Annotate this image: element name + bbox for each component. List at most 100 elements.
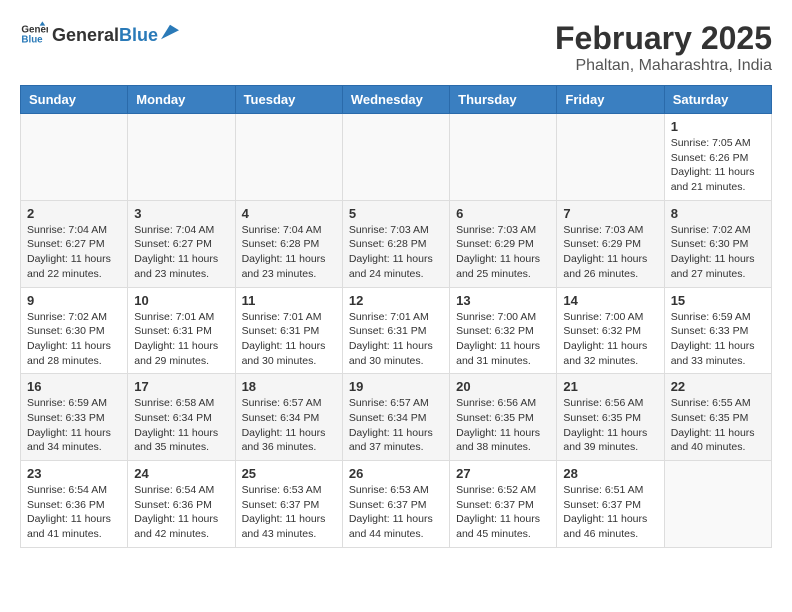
calendar-day-cell: 25 Sunrise: 6:53 AM Sunset: 6:37 PM Dayli… (235, 461, 342, 548)
day-number: 20 (456, 379, 550, 394)
calendar-day-cell: 26 Sunrise: 6:53 AM Sunset: 6:37 PM Dayli… (342, 461, 449, 548)
calendar-table: SundayMondayTuesdayWednesdayThursdayFrid… (20, 85, 772, 548)
day-info: Sunrise: 7:03 AM Sunset: 6:28 PM Dayligh… (349, 223, 443, 282)
calendar-day-cell: 22 Sunrise: 6:55 AM Sunset: 6:35 PM Dayli… (664, 374, 771, 461)
calendar-day-cell: 19 Sunrise: 6:57 AM Sunset: 6:34 PM Dayli… (342, 374, 449, 461)
logo-blue: Blue (119, 25, 158, 46)
calendar-header-saturday: Saturday (664, 86, 771, 114)
calendar-day-cell: 7 Sunrise: 7:03 AM Sunset: 6:29 PM Daylig… (557, 200, 664, 287)
calendar-day-cell: 11Sunrise: 7:01 AM Sunset: 6:31 PM Dayli… (235, 287, 342, 374)
day-info: Sunrise: 7:04 AM Sunset: 6:27 PM Dayligh… (27, 223, 121, 282)
calendar-day-cell: 3 Sunrise: 7:04 AM Sunset: 6:27 PM Daylig… (128, 200, 235, 287)
day-info: Sunrise: 6:59 AM Sunset: 6:33 PM Dayligh… (671, 310, 765, 369)
calendar-week-row: 9 Sunrise: 7:02 AM Sunset: 6:30 PM Daylig… (21, 287, 772, 374)
calendar-day-cell: 18 Sunrise: 6:57 AM Sunset: 6:34 PM Dayli… (235, 374, 342, 461)
calendar-day-cell: 8 Sunrise: 7:02 AM Sunset: 6:30 PM Daylig… (664, 200, 771, 287)
calendar-day-cell: 2 Sunrise: 7:04 AM Sunset: 6:27 PM Daylig… (21, 200, 128, 287)
day-number: 5 (349, 206, 443, 221)
day-number: 2 (27, 206, 121, 221)
calendar-header-friday: Friday (557, 86, 664, 114)
day-number: 9 (27, 293, 121, 308)
day-info: Sunrise: 6:54 AM Sunset: 6:36 PM Dayligh… (134, 483, 228, 542)
calendar-day-cell: 4 Sunrise: 7:04 AM Sunset: 6:28 PM Daylig… (235, 200, 342, 287)
day-number: 4 (242, 206, 336, 221)
calendar-day-cell: 9 Sunrise: 7:02 AM Sunset: 6:30 PM Daylig… (21, 287, 128, 374)
logo-icon: General Blue (20, 20, 48, 48)
day-number: 26 (349, 466, 443, 481)
calendar-week-row: 16 Sunrise: 6:59 AM Sunset: 6:33 PM Dayli… (21, 374, 772, 461)
calendar-week-row: 23 Sunrise: 6:54 AM Sunset: 6:36 PM Dayli… (21, 461, 772, 548)
day-info: Sunrise: 6:57 AM Sunset: 6:34 PM Dayligh… (242, 396, 336, 455)
calendar-day-cell (450, 114, 557, 201)
calendar-day-cell: 27 Sunrise: 6:52 AM Sunset: 6:37 PM Dayli… (450, 461, 557, 548)
calendar-day-cell: 23 Sunrise: 6:54 AM Sunset: 6:36 PM Dayli… (21, 461, 128, 548)
day-info: Sunrise: 6:58 AM Sunset: 6:34 PM Dayligh… (134, 396, 228, 455)
day-info: Sunrise: 6:52 AM Sunset: 6:37 PM Dayligh… (456, 483, 550, 542)
day-number: 3 (134, 206, 228, 221)
day-number: 13 (456, 293, 550, 308)
day-number: 6 (456, 206, 550, 221)
day-info: Sunrise: 7:02 AM Sunset: 6:30 PM Dayligh… (27, 310, 121, 369)
day-info: Sunrise: 7:00 AM Sunset: 6:32 PM Dayligh… (456, 310, 550, 369)
calendar-day-cell: 20 Sunrise: 6:56 AM Sunset: 6:35 PM Dayli… (450, 374, 557, 461)
day-info: Sunrise: 6:55 AM Sunset: 6:35 PM Dayligh… (671, 396, 765, 455)
day-info: Sunrise: 7:05 AM Sunset: 6:26 PM Dayligh… (671, 136, 765, 195)
day-number: 16 (27, 379, 121, 394)
calendar-day-cell: 12 Sunrise: 7:01 AM Sunset: 6:31 PM Dayli… (342, 287, 449, 374)
calendar-day-cell: 14 Sunrise: 7:00 AM Sunset: 6:32 PM Dayli… (557, 287, 664, 374)
day-info: Sunrise: 7:01 AM Sunset: 6:31 PM Dayligh… (349, 310, 443, 369)
day-info: Sunrise: 7:04 AM Sunset: 6:28 PM Dayligh… (242, 223, 336, 282)
day-number: 12 (349, 293, 443, 308)
day-info: Sunrise: 6:59 AM Sunset: 6:33 PM Dayligh… (27, 396, 121, 455)
day-info: Sunrise: 6:53 AM Sunset: 6:37 PM Dayligh… (349, 483, 443, 542)
calendar-day-cell: 16 Sunrise: 6:59 AM Sunset: 6:33 PM Dayli… (21, 374, 128, 461)
day-number: 18 (242, 379, 336, 394)
calendar-day-cell: 21Sunrise: 6:56 AM Sunset: 6:35 PM Dayli… (557, 374, 664, 461)
calendar-day-cell (664, 461, 771, 548)
day-number: 25 (242, 466, 336, 481)
day-info: Sunrise: 7:02 AM Sunset: 6:30 PM Dayligh… (671, 223, 765, 282)
day-number: 24 (134, 466, 228, 481)
calendar-week-row: 1 Sunrise: 7:05 AM Sunset: 6:26 PM Daylig… (21, 114, 772, 201)
month-title: February 2025 (555, 20, 772, 57)
day-number: 7 (563, 206, 657, 221)
day-number: 8 (671, 206, 765, 221)
day-info: Sunrise: 6:54 AM Sunset: 6:36 PM Dayligh… (27, 483, 121, 542)
day-number: 28 (563, 466, 657, 481)
day-number: 17 (134, 379, 228, 394)
logo-arrow-icon (161, 23, 179, 41)
day-number: 19 (349, 379, 443, 394)
calendar-day-cell (21, 114, 128, 201)
day-info: Sunrise: 7:04 AM Sunset: 6:27 PM Dayligh… (134, 223, 228, 282)
calendar-header-tuesday: Tuesday (235, 86, 342, 114)
calendar-header-row: SundayMondayTuesdayWednesdayThursdayFrid… (21, 86, 772, 114)
day-number: 21 (563, 379, 657, 394)
logo: General Blue GeneralBlue (20, 20, 179, 48)
location-title: Phaltan, Maharashtra, India (555, 57, 772, 75)
day-info: Sunrise: 7:03 AM Sunset: 6:29 PM Dayligh… (563, 223, 657, 282)
day-info: Sunrise: 7:03 AM Sunset: 6:29 PM Dayligh… (456, 223, 550, 282)
logo-general: General (52, 25, 119, 46)
day-info: Sunrise: 6:57 AM Sunset: 6:34 PM Dayligh… (349, 396, 443, 455)
calendar-day-cell (235, 114, 342, 201)
calendar-day-cell: 5 Sunrise: 7:03 AM Sunset: 6:28 PM Daylig… (342, 200, 449, 287)
calendar-day-cell: 15Sunrise: 6:59 AM Sunset: 6:33 PM Dayli… (664, 287, 771, 374)
day-info: Sunrise: 7:00 AM Sunset: 6:32 PM Dayligh… (563, 310, 657, 369)
day-info: Sunrise: 6:51 AM Sunset: 6:37 PM Dayligh… (563, 483, 657, 542)
day-number: 14 (563, 293, 657, 308)
day-info: Sunrise: 6:53 AM Sunset: 6:37 PM Dayligh… (242, 483, 336, 542)
calendar-header-wednesday: Wednesday (342, 86, 449, 114)
day-info: Sunrise: 7:01 AM Sunset: 6:31 PM Dayligh… (134, 310, 228, 369)
day-number: 23 (27, 466, 121, 481)
day-number: 1 (671, 119, 765, 134)
calendar-header-thursday: Thursday (450, 86, 557, 114)
calendar-day-cell (557, 114, 664, 201)
calendar-week-row: 2 Sunrise: 7:04 AM Sunset: 6:27 PM Daylig… (21, 200, 772, 287)
day-number: 11 (242, 293, 336, 308)
page-header: General Blue GeneralBlue February 2025 P… (20, 20, 772, 75)
day-number: 27 (456, 466, 550, 481)
day-number: 22 (671, 379, 765, 394)
day-number: 10 (134, 293, 228, 308)
calendar-day-cell (128, 114, 235, 201)
day-info: Sunrise: 6:56 AM Sunset: 6:35 PM Dayligh… (456, 396, 550, 455)
